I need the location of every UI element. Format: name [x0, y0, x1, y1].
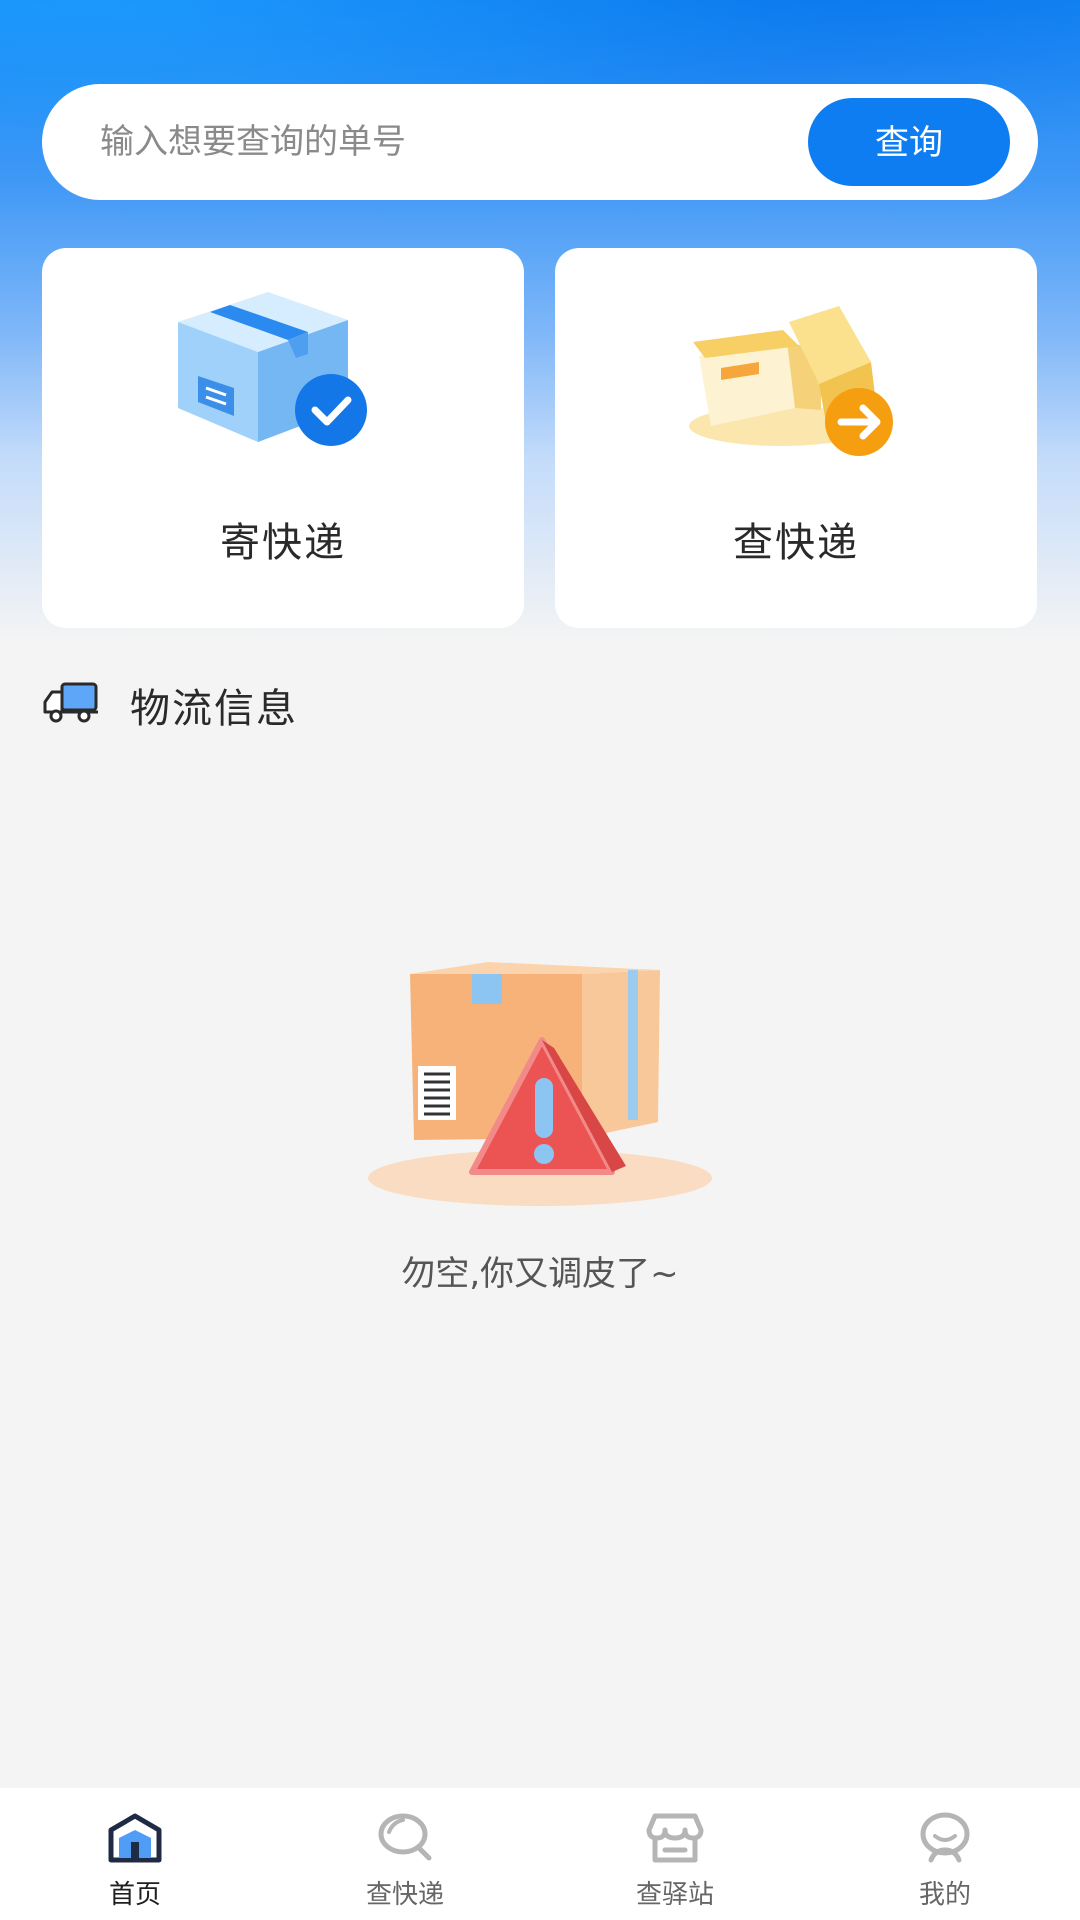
empty-state-message: 勿空,你又调皮了~ [401, 1254, 679, 1294]
send-express-card[interactable]: 寄快递 [42, 248, 524, 628]
store-icon [646, 1813, 704, 1863]
nav-label-home: 首页 [108, 1880, 161, 1910]
nav-item-query-station[interactable]: 查驿站 [540, 1788, 810, 1920]
send-express-label: 寄快递 [220, 520, 346, 566]
tracking-number-input[interactable] [100, 112, 780, 172]
blue-package-icon [178, 292, 367, 446]
nav-label-query-express: 查快递 [365, 1880, 444, 1910]
nav-item-home[interactable]: 首页 [0, 1788, 270, 1920]
truck-icon [43, 682, 98, 723]
query-express-card[interactable]: 查快递 [555, 248, 1037, 628]
nav-label-query-station: 查驿站 [635, 1880, 714, 1910]
nav-item-mine[interactable]: 我的 [810, 1788, 1080, 1920]
user-icon [920, 1812, 970, 1863]
search-icon [378, 1813, 432, 1861]
query-express-label: 查快递 [733, 520, 859, 566]
home-icon [108, 1813, 162, 1863]
logistics-section-header: 物流信息 [42, 672, 642, 732]
search-bar: 查询 [42, 84, 1038, 200]
query-button[interactable]: 查询 [808, 98, 1010, 186]
section-title: 物流信息 [130, 686, 298, 732]
nav-item-query-express[interactable]: 查快递 [270, 1788, 540, 1920]
nav-label-mine: 我的 [918, 1880, 971, 1910]
warning-box-icon [368, 962, 712, 1206]
open-box-icon [689, 306, 893, 456]
bottom-nav: 首页 查快递 查驿站 我的 [0, 1788, 1080, 1920]
